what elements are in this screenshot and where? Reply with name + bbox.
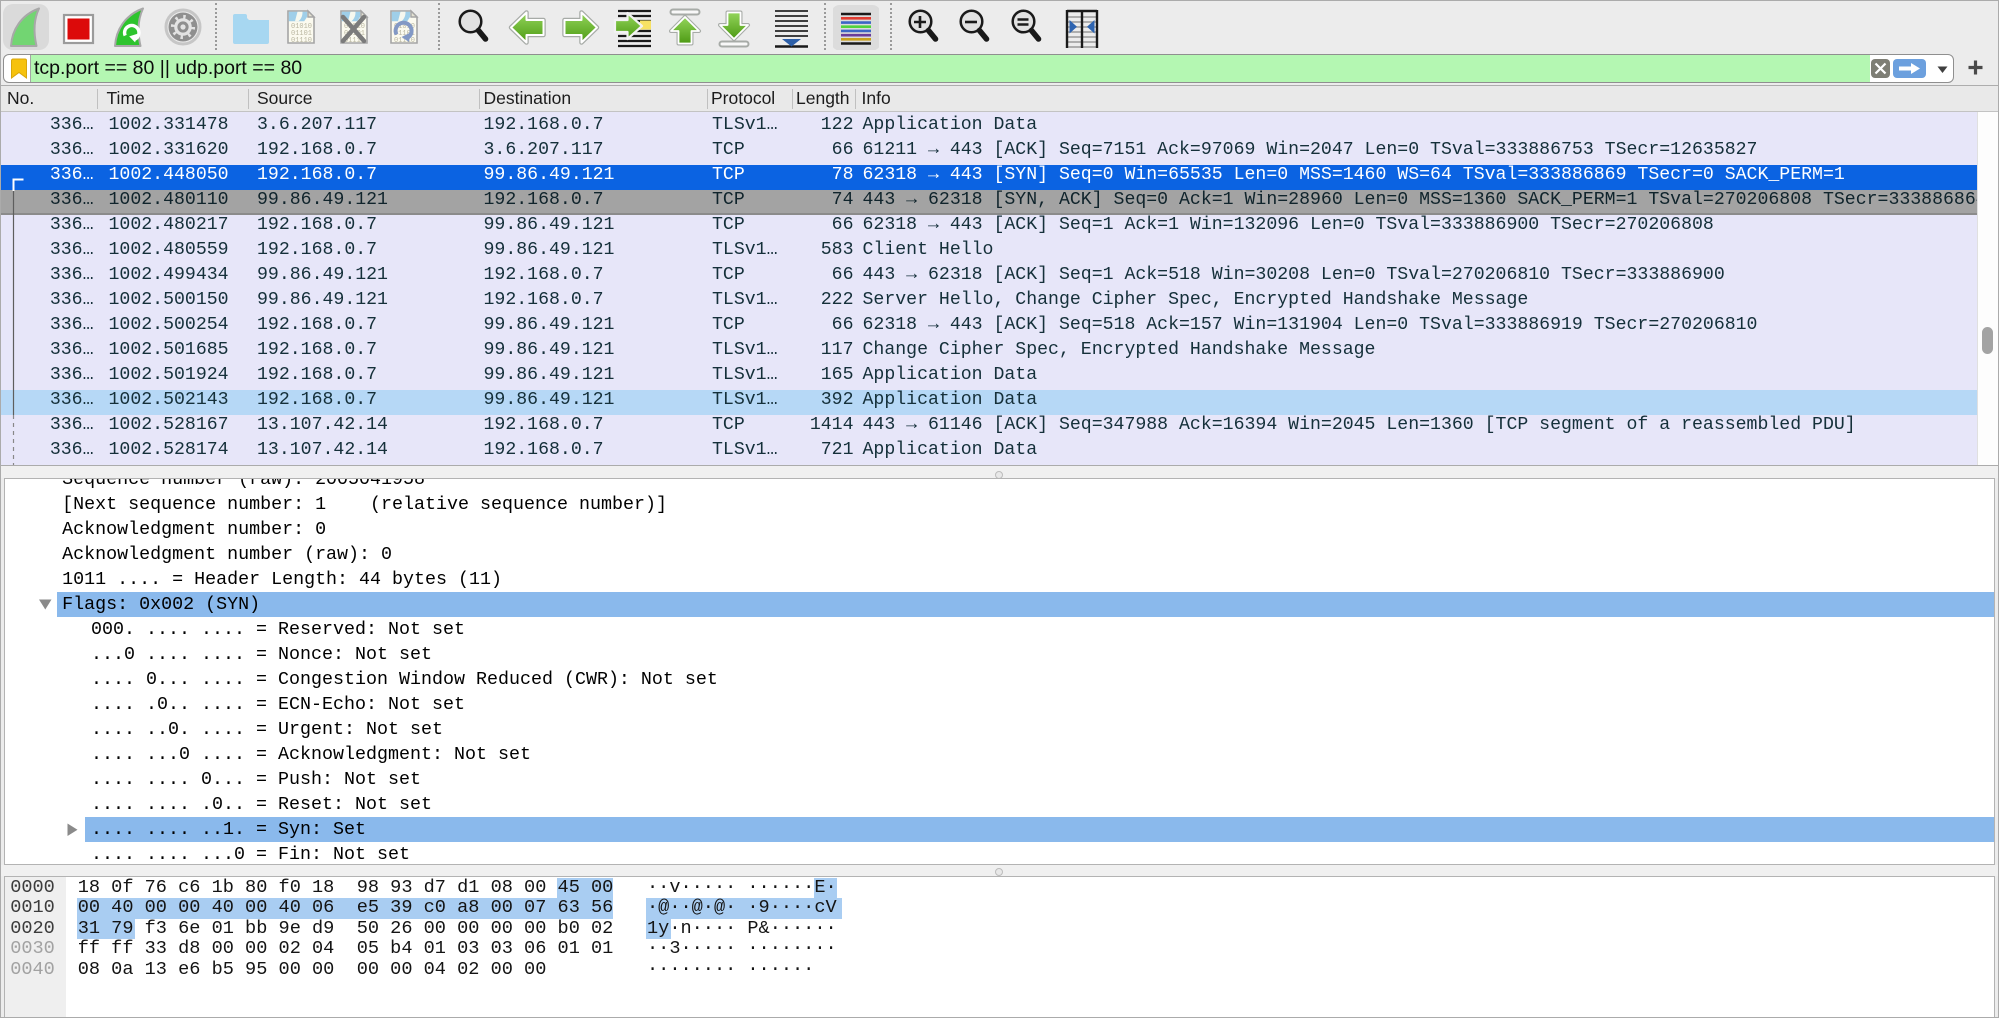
svg-text:01110: 01110: [291, 37, 312, 45]
